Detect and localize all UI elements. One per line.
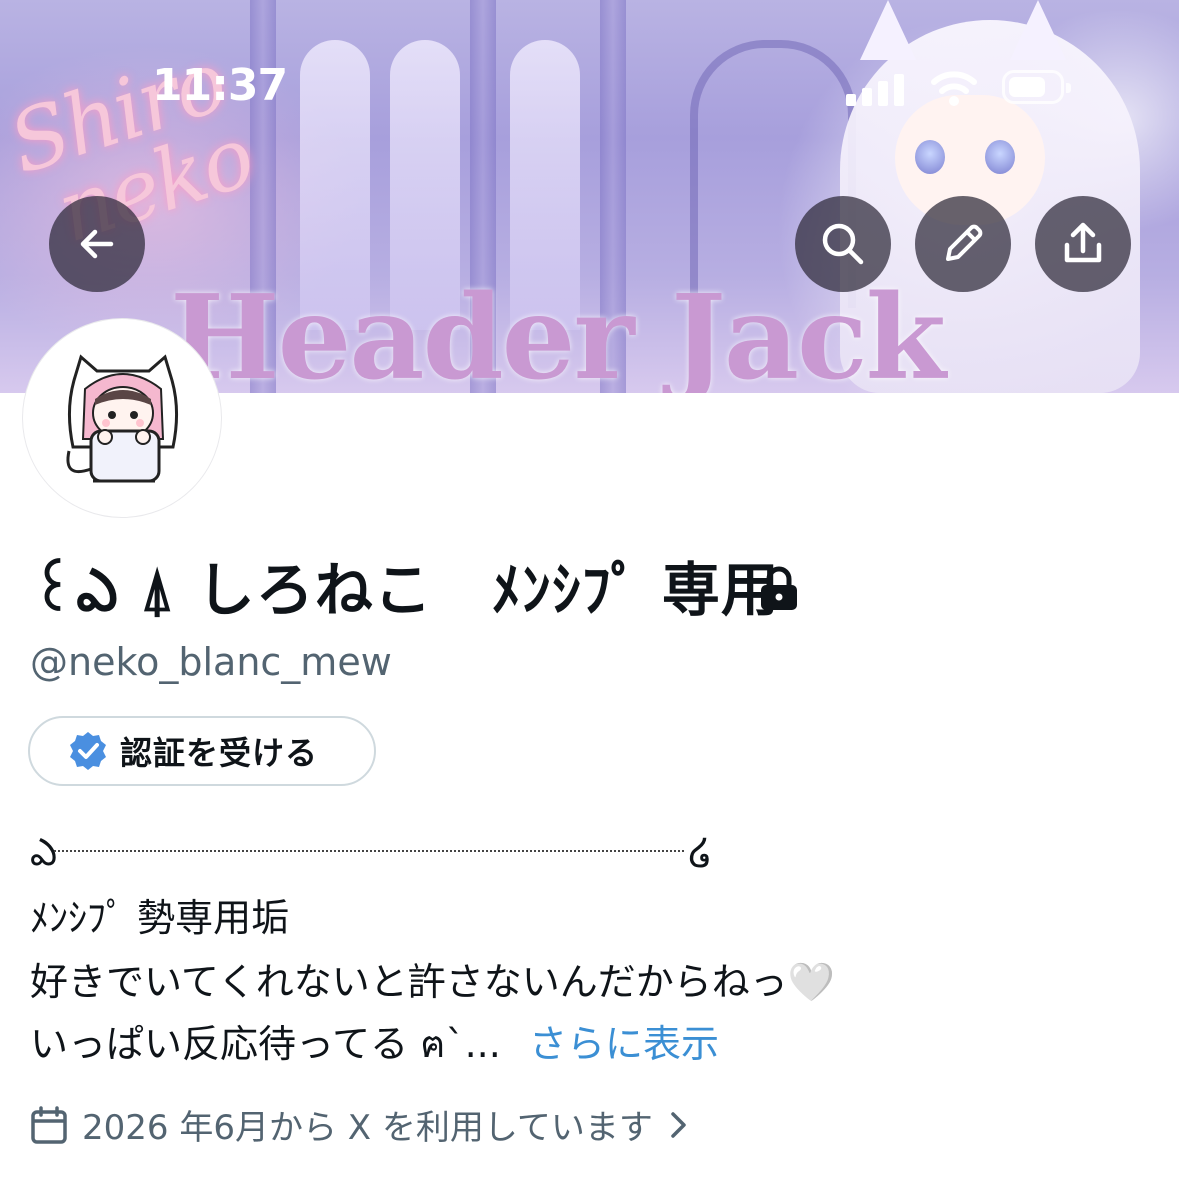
arrow-left-icon [80, 229, 114, 259]
avatar-illustration [66, 354, 179, 483]
joined-date-text: 2026 年6月から X を利用しています [82, 1108, 653, 1148]
banner-character-eye [985, 140, 1015, 174]
bio-line-text: いっぱい反応待ってる ฅ`... [30, 1022, 501, 1066]
edit-button[interactable] [915, 196, 1011, 292]
verified-badge-icon [70, 732, 106, 770]
joined-date[interactable]: 2026 年6月から X を利用しています [30, 1100, 691, 1149]
chevron-right-icon [671, 1111, 686, 1138]
calendar-icon [31, 1105, 67, 1144]
user-handle: @neko_blanc_mew [30, 640, 392, 684]
share-button[interactable] [1035, 196, 1131, 292]
banner-title-text: Header Jack [170, 270, 946, 393]
get-verified-label: 認証を受ける [120, 734, 319, 772]
share-icon [1064, 222, 1102, 263]
banner-cat-ear [860, 0, 916, 60]
bio-line: いっぱい反応待ってる ฅ`... さらに表示 [30, 1018, 719, 1070]
search-button[interactable] [795, 196, 891, 292]
battery-icon [1002, 70, 1071, 104]
avatar[interactable] [22, 318, 222, 518]
pencil-icon [946, 224, 983, 261]
wifi-icon [931, 71, 977, 106]
banner-character-eye [915, 140, 945, 174]
lock-icon [761, 566, 797, 610]
bio-deco-left: ఎ [30, 830, 58, 874]
bio-deco-right: ໒ [688, 830, 713, 874]
get-verified-button[interactable]: 認証を受ける [28, 716, 376, 786]
bio-line: 好きでいてくれないと許さないんだからねっ🤍 [30, 960, 836, 1004]
bio-divider [54, 850, 684, 852]
status-time: 11:37 [152, 60, 288, 111]
show-more-link[interactable]: さらに表示 [529, 1022, 719, 1066]
display-name: ꒰ఎ ⍋ しろねこ ﾒﾝｼﾌﾟ 専用 [30, 556, 780, 624]
cellular-signal-icon [846, 72, 906, 106]
bio-line: ﾒﾝｼﾌﾟ 勢専用垢 [30, 896, 290, 940]
banner-cat-ear [1010, 0, 1066, 60]
search-icon [822, 223, 864, 265]
back-button[interactable] [49, 196, 145, 292]
